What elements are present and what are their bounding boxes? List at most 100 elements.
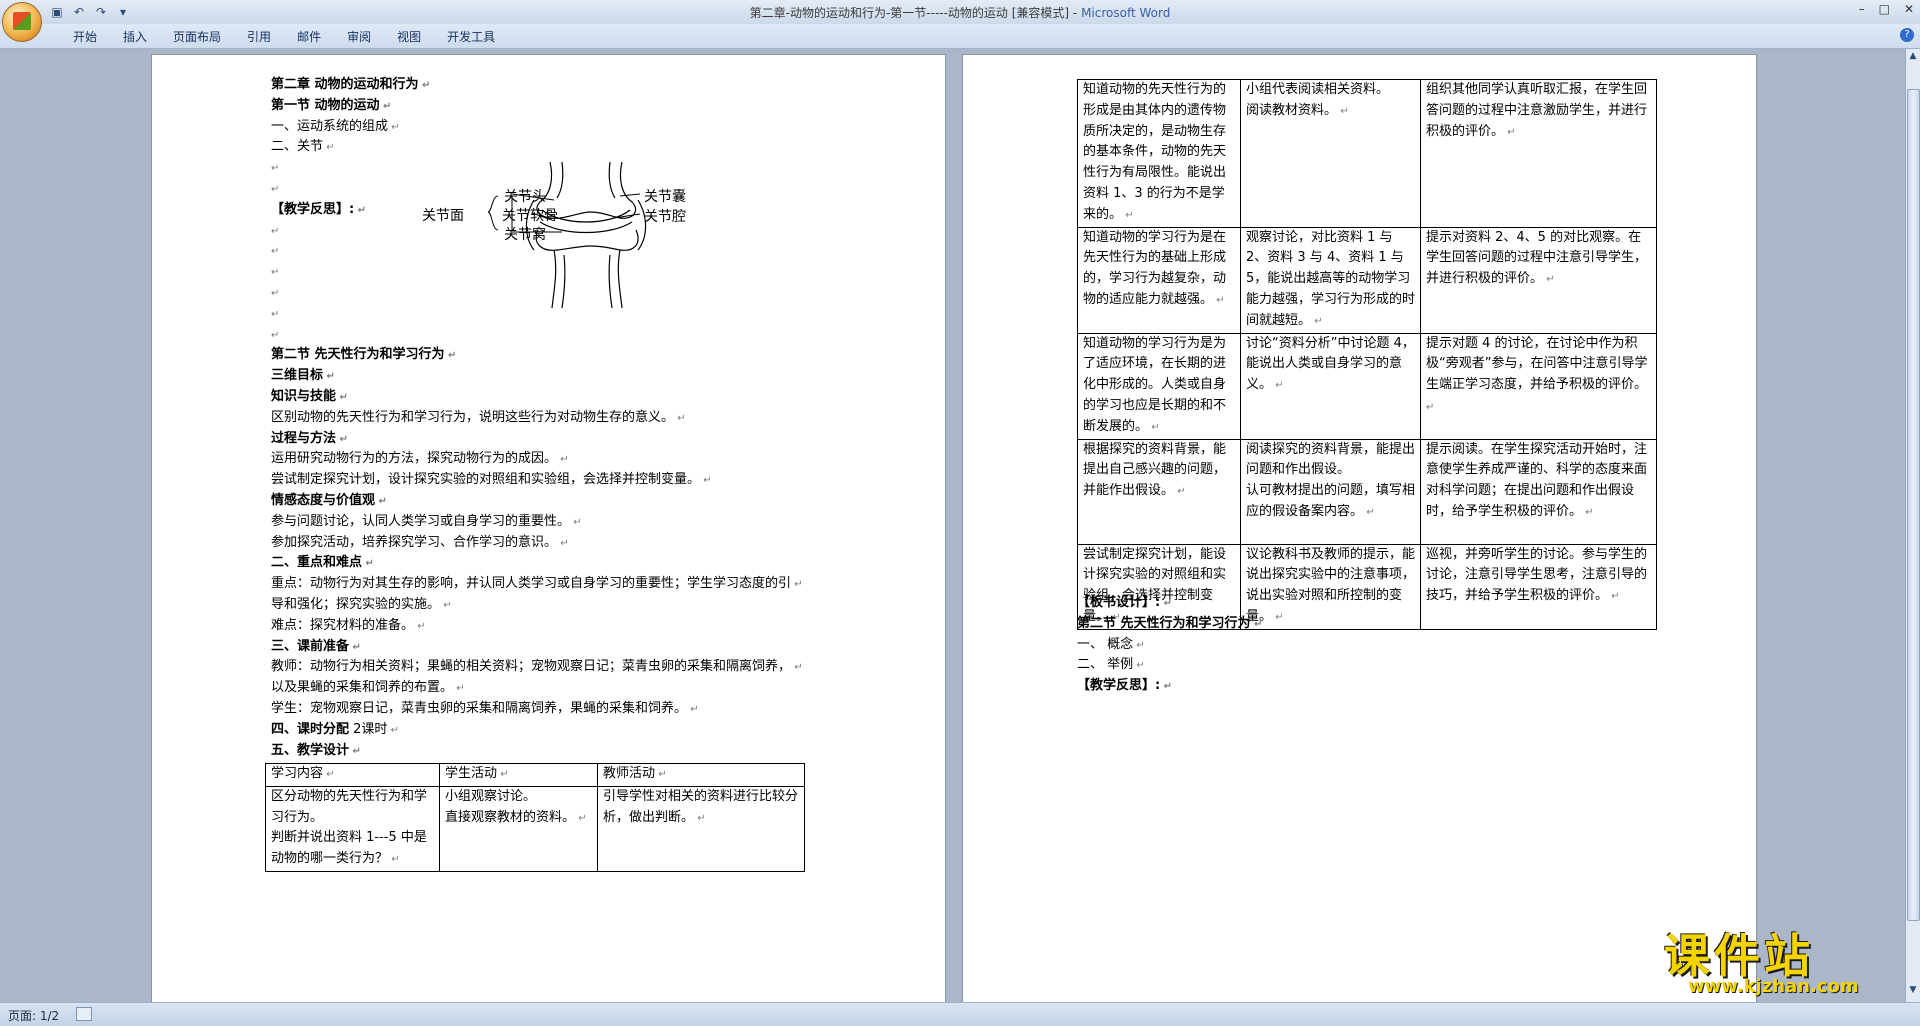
cell-mark-icon: ↵ <box>575 812 587 824</box>
ribbon-tab[interactable]: 审阅 <box>334 29 384 45</box>
page-2-content: 【板书设计】: ↵ 第二节 先天性行为和学习行为 ↵ 一、 概念 ↵ 二、 举例 ↵ 【… <box>1077 593 1697 697</box>
table-row: 知道动物的学习行为是为了适应环境，在长期的进化中形成的。人类或自身的学习也应是长… <box>1077 332 1657 440</box>
paragraph-line: 【板书设计】: ↵ <box>1077 595 1173 610</box>
diagram-label-head: 关节头 <box>504 189 546 205</box>
document-page-1[interactable]: 第二章 动物的运动和行为 ↵ 第一节 动物的运动 ↵ 一、运动系统的组成 ↵ 二、关节… <box>152 55 945 1002</box>
table-cell[interactable]: 提示对资料 2、4、5 的对比观察。在学生回答问题的过程中注意引导学生，并进行积… <box>1420 226 1657 334</box>
paragraph-line: 三、课前准备 ↵ <box>271 638 361 654</box>
paragraph-line: 二、重点和难点 ↵ <box>271 555 374 571</box>
diagram-label-capsule: 关节囊 <box>644 189 686 205</box>
paragraph-mark-icon: ↵ <box>440 599 452 611</box>
table-cell[interactable]: 提示阅读。在学生探究活动开始时，注意使学生养成严谨的、科学的态度来面对科学问题；… <box>1420 438 1657 545</box>
paragraph-line: 难点：探究材料的准备。 ↵ <box>271 617 426 633</box>
paragraph-line: 教师：动物行为相关资料；果蝇的相关资料；宠物观察日记；菜青虫卵的采集和隔离饲养，… <box>271 659 803 675</box>
scroll-up-icon[interactable]: ▲ <box>1906 51 1920 65</box>
paragraph-mark-icon: ↵ <box>349 641 361 653</box>
ribbon-tab[interactable]: 邮件 <box>284 29 334 45</box>
document-area: 第二章 动物的运动和行为 ↵ 第一节 动物的运动 ↵ 一、运动系统的组成 ↵ 二、关节… <box>0 49 1906 1002</box>
table-row: 区分动物的先天性行为和学习行为。 判断并说出资料 1---5 中是动物的哪一类行为… <box>265 785 805 872</box>
ribbon-tab[interactable]: 开始 <box>60 29 110 45</box>
cell-mark-icon: ↵ <box>655 769 667 780</box>
maximize-icon[interactable]: □ <box>1879 2 1890 16</box>
diagram-label-cavity: 关节腔 <box>644 209 686 225</box>
window-controls: – □ ✕ <box>1859 2 1914 16</box>
table-cell[interactable]: 阅读探究的资料背景，能提出问题和作出假设。 认可教材提出的问题，填写相应的假设备案… <box>1240 438 1421 545</box>
paragraph-mark-icon: ↵ <box>387 724 399 736</box>
window-title-app: Microsoft Word <box>1081 6 1171 20</box>
bold-run: 四、课时分配 <box>271 721 350 737</box>
status-bar: 页面: 1/2 <box>0 1002 1920 1026</box>
paragraph-mark-icon: ↵ <box>570 516 582 528</box>
table-header-cell[interactable]: 学生活动 ↵ <box>439 763 598 787</box>
help-icon[interactable]: ? <box>1900 28 1914 42</box>
paragraph-line: 第二节 先天性行为和学习行为 ↵ <box>271 347 457 363</box>
vertical-scrollbar[interactable]: ▲ ▼ <box>1905 49 1920 1002</box>
paragraph-mark-icon: ↵ <box>1160 681 1173 693</box>
cell-mark-icon: ↵ <box>1272 380 1284 392</box>
paragraph-line: 一、运动系统的组成 ↵ <box>271 118 400 134</box>
paragraph-line: 第二章 动物的运动和行为 ↵ <box>271 77 431 92</box>
table-cell[interactable]: 小组观察讨论。 直接观察教材的资料。 ↵ <box>439 785 598 872</box>
ribbon: 开始 插入 页面布局 引用 邮件 审阅 视图 开发工具 ? <box>0 24 1920 49</box>
paragraph-line: 导和强化；探究实验的实施。 ↵ <box>271 596 452 612</box>
table-cell[interactable]: 小组代表阅读相关资料。 阅读教材资料。 ↵ <box>1240 79 1421 228</box>
cell-mark-icon: ↵ <box>694 812 706 824</box>
paragraph-mark-icon: ↵ <box>791 662 803 674</box>
paragraph-mark-icon: ↵ <box>674 412 686 424</box>
close-icon[interactable]: ✕ <box>1904 2 1914 16</box>
knee-joint-illustration <box>487 161 647 309</box>
lesson-table-1-wrap: 学习内容 ↵ 学生活动 ↵ 教师活动 ↵ 区分动物的先天性行为和学习行为。 判断并说出资… <box>265 763 805 872</box>
paragraph-line: 尝试制定探究计划，设计探究实验的对照组和实验组，会选择并控制变量。 ↵ <box>271 472 712 488</box>
scroll-thumb[interactable] <box>1907 89 1920 921</box>
cell-mark-icon: ↵ <box>1148 421 1160 433</box>
table-cell[interactable]: 引导学性对相关的资料进行比较分析，做出判断。 ↵ <box>597 785 805 872</box>
table-cell[interactable]: 组织其他同学认真听取汇报，在学生回答问题的过程中注意激励学生，并进行积极的评价。… <box>1420 79 1657 228</box>
paragraph-mark-icon: ↵ <box>1133 660 1145 672</box>
ribbon-tab[interactable]: 视图 <box>384 29 434 45</box>
table-row: 根据探究的资料背景，能提出自己感兴趣的问题，并能作出假设。 ↵ 阅读探究的资料背景… <box>1077 438 1657 545</box>
lesson-design-table: 学习内容 ↵ 学生活动 ↵ 教师活动 ↵ 区分动物的先天性行为和学习行为。 判断并说出资… <box>265 763 805 872</box>
paragraph-mark-icon: ↵ <box>271 225 280 237</box>
ribbon-tab[interactable]: 页面布局 <box>160 29 234 45</box>
paragraph-mark-icon: ↵ <box>375 495 387 507</box>
paragraph-line: 参加探究活动，培养探究学习、合作学习的意识。 ↵ <box>271 534 569 550</box>
paragraph-mark-icon: ↵ <box>362 558 374 570</box>
title-bar: ▣ ↶ ↷ ▾ 第二章-动物的运动和行为-第一节-----动物的运动 [兼容模式… <box>0 0 1920 42</box>
table-cell[interactable]: 提示对题 4 的讨论，在讨论中作为积极“旁观者”参与，在问答中注意引导学生端正学… <box>1420 332 1657 440</box>
table-cell[interactable]: 讨论“资料分析”中讨论题 4，能说出人类或自身学习的意义。 ↵ <box>1240 332 1421 440</box>
paragraph-mark-icon: ↵ <box>354 204 367 216</box>
paragraph-line: 第一节 动物的运动 ↵ <box>271 97 392 113</box>
document-page-2[interactable]: 知道动物的先天性行为的形成是由其体内的遗传物质所决定的，是动物生存的基本条件，动… <box>963 55 1756 1002</box>
paragraph-line: 四、课时分配 2课时 ↵ <box>271 721 399 737</box>
table-cell[interactable]: 知道动物的学习行为是为了适应环境，在长期的进化中形成的。人类或自身的学习也应是长… <box>1077 332 1241 440</box>
paragraph-mark-icon: ↵ <box>379 100 392 112</box>
proofing-icon[interactable] <box>76 1007 92 1021</box>
minimize-icon[interactable]: – <box>1859 2 1865 16</box>
cell-mark-icon: ↵ <box>1337 105 1349 117</box>
cell-mark-icon: ↵ <box>1122 209 1134 221</box>
cell-mark-icon: ↵ <box>1213 294 1225 306</box>
paragraph-mark-icon: ↵ <box>1250 618 1263 630</box>
page-count[interactable]: 页面: 1/2 <box>8 1007 59 1024</box>
ribbon-tab[interactable]: 引用 <box>234 29 284 45</box>
table-cell[interactable]: 知道动物的学习行为是在先天性行为的基础上形成的，学习行为越复杂，动物的适应能力就… <box>1077 226 1241 334</box>
paragraph-mark-icon: ↵ <box>271 287 280 299</box>
ribbon-tab[interactable]: 开发工具 <box>434 29 508 45</box>
paragraph-mark-icon: ↵ <box>271 246 280 258</box>
diagram-label-surface: 关节面 <box>422 208 464 224</box>
table-cell[interactable]: 观察讨论，对比资料 1 与 2、资料 3 与 4、资料 1 与 5，能说出越高等… <box>1240 226 1421 334</box>
paragraph-line: 重点：动物行为对其生存的影响，并认同人类学习或自身学习的重要性；学生学习态度的引… <box>271 576 803 592</box>
table-header-cell[interactable]: 教师活动 ↵ <box>597 763 805 787</box>
table-header-cell[interactable]: 学习内容 ↵ <box>265 763 440 787</box>
lesson-table-2-wrap: 知道动物的先天性行为的形成是由其体内的遗传物质所决定的，是动物生存的基本条件，动… <box>1077 79 1657 630</box>
scroll-down-icon[interactable]: ▼ <box>1906 985 1920 999</box>
window-title-doc: 第二章-动物的运动和行为-第一节-----动物的运动 [兼容模式] - <box>749 6 1082 20</box>
office-button[interactable] <box>2 2 42 42</box>
cell-mark-icon: ↵ <box>1363 506 1375 518</box>
ribbon-tab[interactable]: 插入 <box>110 29 160 45</box>
table-cell[interactable]: 根据探究的资料背景，能提出自己感兴趣的问题，并能作出假设。 ↵ <box>1077 438 1241 545</box>
paragraph-line: 【教学反思】: ↵ <box>1077 678 1173 694</box>
table-cell[interactable]: 区分动物的先天性行为和学习行为。 判断并说出资料 1---5 中是动物的哪一类行为… <box>265 785 440 872</box>
paragraph-line: 二、 举例 ↵ <box>1077 657 1145 673</box>
table-cell[interactable]: 知道动物的先天性行为的形成是由其体内的遗传物质所决定的，是动物生存的基本条件，动… <box>1077 79 1241 228</box>
